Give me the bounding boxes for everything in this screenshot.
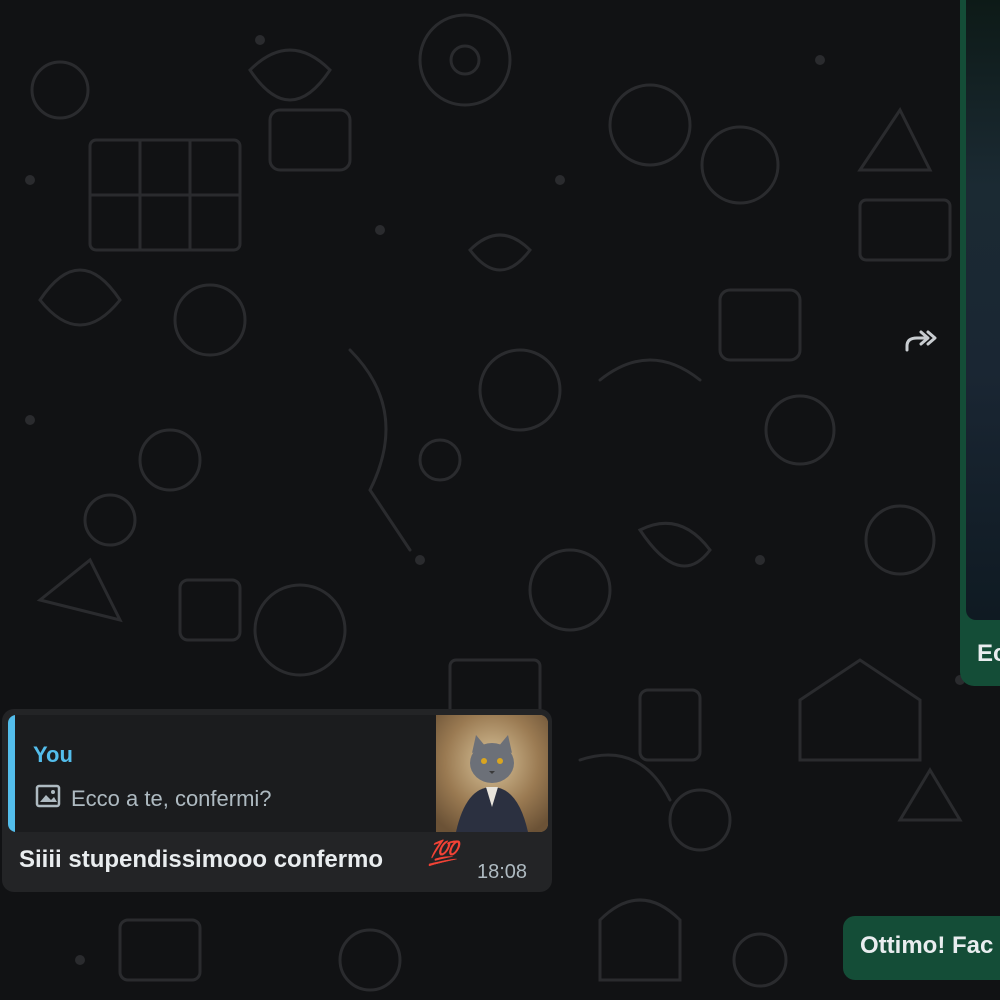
media-image[interactable] xyxy=(966,0,1000,620)
image-icon xyxy=(35,784,61,813)
quoted-text: Ecco a te, confermi? xyxy=(71,785,272,811)
quote-accent-bar xyxy=(8,715,15,832)
forward-icon xyxy=(903,328,939,359)
quoted-author: You xyxy=(33,742,73,767)
media-caption: Ec xyxy=(977,640,1000,667)
quoted-content: Ecco a te, confermi? xyxy=(35,784,272,813)
outgoing-message-text: Ottimo! Fac xyxy=(860,932,994,959)
quoted-thumbnail xyxy=(436,715,548,832)
quoted-message[interactable]: You Ecco a te, confermi? xyxy=(8,715,548,832)
hundred-points-emoji: 💯 xyxy=(428,840,458,867)
incoming-message-bubble[interactable]: You Ecco a te, confermi? Siiii stupendis… xyxy=(2,709,552,892)
forward-button[interactable] xyxy=(896,320,946,366)
media-message-bubble[interactable]: Ec xyxy=(960,0,1000,686)
message-text: Siiii stupendissimooo confermo xyxy=(19,846,384,873)
message-timestamp: 18:08 xyxy=(477,861,528,883)
outgoing-message-bubble[interactable]: Ottimo! Fac xyxy=(843,916,1000,980)
